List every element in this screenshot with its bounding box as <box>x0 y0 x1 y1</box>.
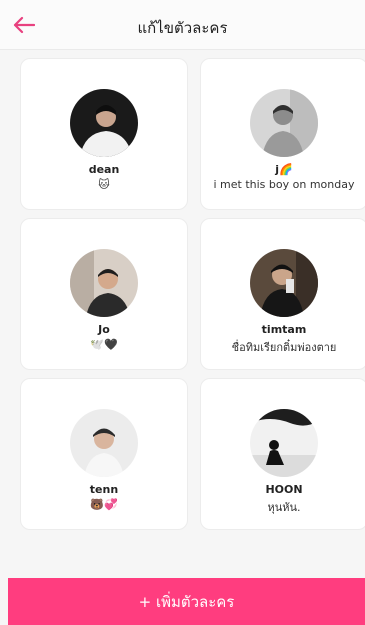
character-name: Jo <box>98 323 110 336</box>
character-card-jo[interactable]: Jo 🕊️🖤 <box>20 218 188 370</box>
avatar <box>250 89 318 157</box>
avatar <box>70 409 138 477</box>
avatar <box>70 89 138 157</box>
character-bio: 🐻💞 <box>90 498 118 511</box>
top-bar: แก้ไขตัวละคร <box>0 0 365 50</box>
character-card-tenn[interactable]: tenn 🐻💞 <box>20 378 188 530</box>
avatar <box>70 249 138 317</box>
page-title: แก้ไขตัวละคร <box>137 19 228 37</box>
character-name: dean <box>88 163 120 176</box>
character-bio: i met this boy on monday <box>213 178 355 191</box>
character-bio: 🕊️🖤 <box>90 338 118 351</box>
avatar <box>250 249 318 317</box>
character-card-timtam[interactable]: timtam ชื่อทิมเรียกติ๋มพ่องตาย <box>200 218 365 370</box>
character-name: j🌈 <box>275 163 293 176</box>
character-name: HOON <box>265 483 303 496</box>
character-card-hoon[interactable]: HOON หุนหัน. <box>200 378 365 530</box>
character-name: timtam <box>261 323 307 336</box>
character-card-j[interactable]: j🌈 i met this boy on monday <box>200 58 365 210</box>
character-bio: 🐱 <box>98 178 110 191</box>
character-bio: หุนหัน. <box>267 501 301 514</box>
character-bio: ชื่อทิมเรียกติ๋มพ่องตาย <box>231 341 337 354</box>
character-name: tenn <box>89 483 119 496</box>
character-card-dean[interactable]: dean 🐱 <box>20 58 188 210</box>
avatar <box>250 409 318 477</box>
add-character-button[interactable]: + เพิ่มตัวละคร <box>8 578 365 625</box>
